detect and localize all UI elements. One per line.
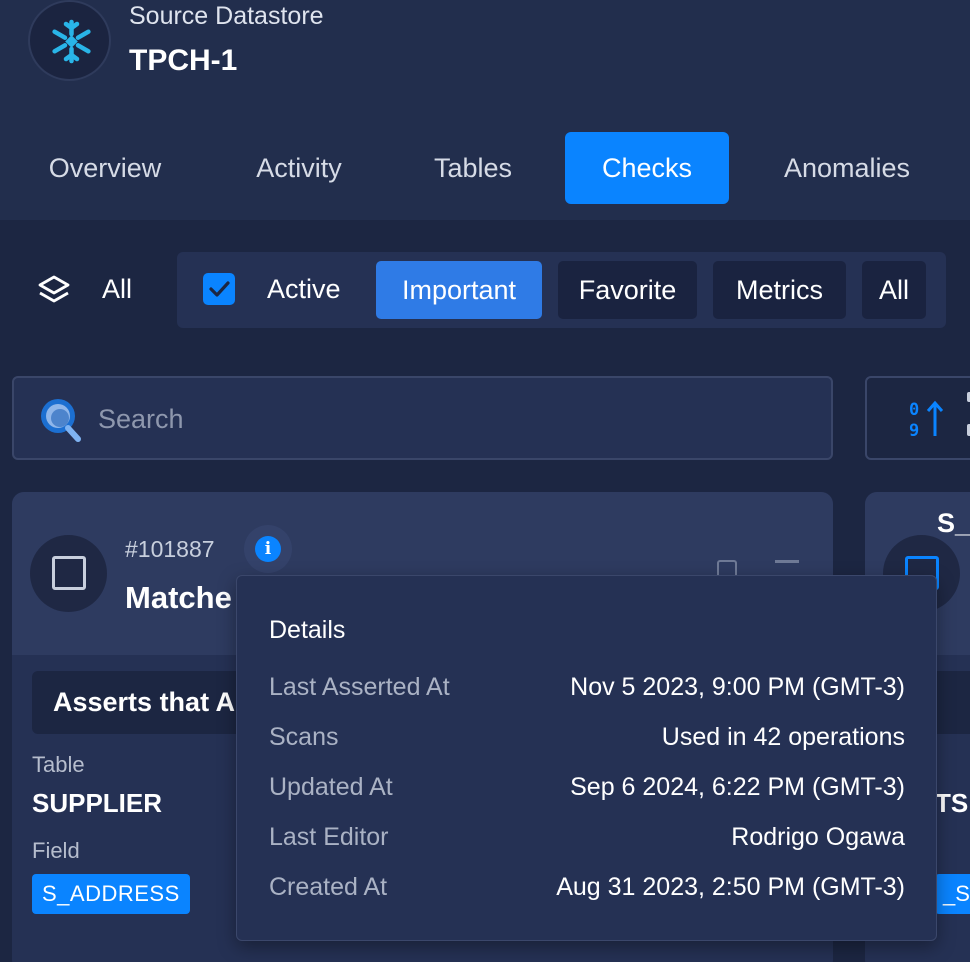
- layer-filter-all[interactable]: All: [102, 274, 132, 305]
- search-input[interactable]: [98, 400, 798, 438]
- filter-important[interactable]: Important: [376, 261, 542, 319]
- layers-icon[interactable]: [37, 274, 71, 308]
- svg-text:0: 0: [909, 400, 919, 420]
- tab-overview[interactable]: Overview: [24, 132, 186, 204]
- check-title: Matche: [125, 580, 232, 615]
- details-key: Scans: [269, 723, 339, 751]
- filter-metrics[interactable]: Metrics: [713, 261, 846, 319]
- details-row: Last Editor Rodrigo Ogawa: [269, 823, 905, 857]
- svg-text:9: 9: [909, 421, 919, 440]
- card-select[interactable]: [30, 535, 107, 612]
- details-value: Rodrigo Ogawa: [731, 823, 905, 851]
- filter-all[interactable]: All: [862, 261, 926, 319]
- details-popover: Details Last Asserted At Nov 5 2023, 9:0…: [236, 575, 937, 941]
- check-description: Asserts that A: [53, 687, 236, 717]
- card-checkbox[interactable]: [52, 556, 86, 590]
- info-icon: i: [255, 536, 281, 562]
- tab-bar: Overview Activity Tables Checks Anomalie…: [0, 132, 970, 204]
- table-label: Table: [32, 752, 85, 777]
- tab-activity[interactable]: Activity: [228, 132, 370, 204]
- filter-favorite[interactable]: Favorite: [558, 261, 697, 319]
- details-row: Created At Aug 31 2023, 2:50 PM (GMT-3): [269, 873, 905, 907]
- datastore-name: TPCH-1: [129, 44, 238, 77]
- field-tag[interactable]: S_ADDRESS: [32, 874, 190, 914]
- sort-numeric-icon: 0 9: [909, 400, 944, 440]
- details-key: Updated At: [269, 773, 393, 801]
- details-row: Updated At Sep 6 2024, 6:22 PM (GMT-3): [269, 773, 905, 807]
- check-description: S_S: [937, 508, 970, 538]
- datastore-type-label: Source Datastore: [129, 2, 324, 30]
- details-row: Scans Used in 42 operations: [269, 723, 905, 757]
- details-key: Last Editor: [269, 823, 389, 851]
- tab-checks[interactable]: Checks: [565, 132, 729, 204]
- filter-row: All Active Important Favorite Metrics Al…: [0, 252, 970, 328]
- details-value: Used in 42 operations: [661, 723, 905, 751]
- tab-tables[interactable]: Tables: [410, 132, 536, 204]
- snowflake-icon: [52, 19, 91, 64]
- details-title: Details: [269, 616, 346, 644]
- tab-anomalies[interactable]: Anomalies: [760, 132, 934, 204]
- search-box: [12, 376, 833, 460]
- details-value: Sep 6 2024, 6:22 PM (GMT-3): [570, 773, 905, 801]
- field-tag[interactable]: _SU: [935, 874, 970, 914]
- active-checkbox[interactable]: [203, 273, 235, 305]
- table-value: TS: [935, 788, 969, 818]
- details-key: Created At: [269, 873, 388, 901]
- datastore-header: Source Datastore TPCH-1 Overview Activit…: [0, 0, 970, 220]
- checkmark-icon: [209, 281, 230, 297]
- check-filter-group: Active Important Favorite Metrics All: [177, 252, 946, 328]
- snowflake-logo: [28, 0, 111, 81]
- active-filter-label[interactable]: Active: [267, 274, 341, 305]
- sort-button[interactable]: 0 9: [865, 376, 970, 460]
- info-button[interactable]: i: [244, 525, 292, 573]
- table-value: SUPPLIER: [32, 788, 163, 818]
- search-icon: [41, 399, 81, 442]
- field-label: Field: [32, 838, 80, 863]
- details-value: Aug 31 2023, 2:50 PM (GMT-3): [556, 873, 905, 901]
- check-id: #101887: [125, 536, 215, 562]
- details-value: Nov 5 2023, 9:00 PM (GMT-3): [570, 673, 905, 701]
- details-row: Last Asserted At Nov 5 2023, 9:00 PM (GM…: [269, 673, 905, 707]
- details-key: Last Asserted At: [269, 673, 450, 701]
